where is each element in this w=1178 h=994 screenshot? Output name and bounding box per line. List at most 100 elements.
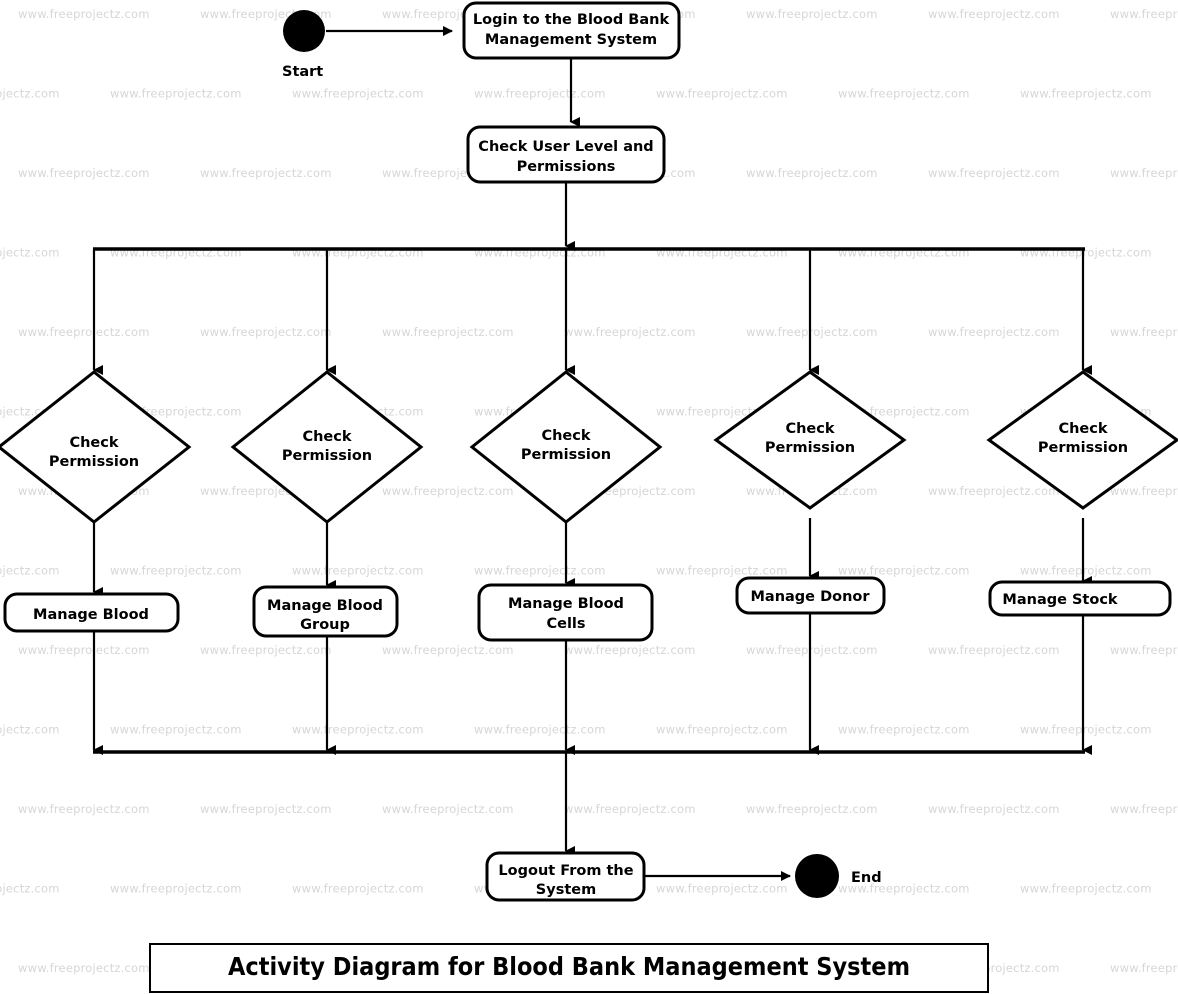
watermark-text: www.freeprojectz.com: [1110, 643, 1178, 657]
watermark-text: www.freeprojectz.com: [18, 7, 150, 21]
watermark-text: www.freeprojectz.com: [1020, 564, 1152, 578]
watermark-text: www.freeprojectz.com: [746, 325, 878, 339]
end-label: End: [851, 870, 882, 886]
decision-5-label-line2: Permission: [1038, 440, 1128, 456]
watermark-text: www.freeprojectz.com: [928, 325, 1060, 339]
watermark-text: www.freeprojectz.com: [18, 802, 150, 816]
watermark-text: www.freeprojectz.com: [746, 643, 878, 657]
decision-2-label-line1: Check: [302, 429, 351, 445]
activity-login-label-line1: Login to the Blood Bank: [473, 12, 670, 28]
end-circle: [795, 854, 839, 898]
watermark-text: www.freeprojectz.com: [1110, 7, 1178, 21]
activity-check-user-level-label-line1: Check User Level and: [478, 139, 653, 155]
watermark-text: www.freeprojectz.com: [1020, 87, 1152, 101]
watermark-text: www.freeprojectz.com: [746, 802, 878, 816]
decision-4-label-line1: Check: [785, 421, 834, 437]
decision-node-3: Check Permission: [469, 370, 663, 524]
diagram-title-bar: Activity Diagram for Blood Bank Manageme…: [149, 943, 989, 993]
watermark-text: www.freeprojectz.com: [928, 643, 1060, 657]
watermark-text: www.freeprojectz.com: [110, 882, 242, 896]
watermark-text: www.freeprojectz.com: [382, 643, 514, 657]
decision-3-label-line1: Check: [541, 428, 590, 444]
activity-manage-donor: Manage Donor: [735, 576, 886, 615]
start-label: Start: [282, 64, 323, 80]
watermark-text: www.freeprojectz.com: [746, 7, 878, 21]
watermark-text: www.freeprojectz.com: [292, 882, 424, 896]
watermark-text: www.freeprojectz.com: [0, 87, 60, 101]
watermark-text: www.freeprojectz.com: [838, 87, 970, 101]
activity-manage-blood: Manage Blood: [3, 592, 180, 633]
watermark-text: www.freeprojectz.com: [0, 882, 60, 896]
watermark-text: www.freeprojectz.com: [838, 723, 970, 737]
watermark-text: www.freeprojectz.com: [928, 166, 1060, 180]
start-circle: [283, 10, 325, 52]
watermark-text: www.freeprojectz.com: [564, 643, 696, 657]
watermark-text: www.freeprojectz.com: [200, 802, 332, 816]
watermark-text: www.freeprojectz.com: [474, 87, 606, 101]
activity-manage-blood-group: Manage Blood Group: [252, 585, 399, 638]
watermark-text: www.freeprojectz.com: [0, 246, 60, 260]
watermark-text: www.freeprojectz.com: [564, 802, 696, 816]
decision-1-label-line2: Permission: [49, 454, 139, 470]
watermark-text: www.freeprojectz.com: [474, 723, 606, 737]
watermark-text: www.freeprojectz.com: [200, 325, 332, 339]
watermark-text: www.freeprojectz.com: [200, 166, 332, 180]
decision-5-label-line1: Check: [1058, 421, 1107, 437]
decision-node-1: Check Permission: [0, 370, 192, 524]
activity-manage-blood-group-label-line2: Group: [300, 617, 350, 633]
watermark-text: www.freeprojectz.com: [110, 723, 242, 737]
watermark-text: www.freeprojectz.com: [382, 325, 514, 339]
activity-manage-blood-cells-label-line2: Cells: [546, 616, 585, 632]
watermark-text: www.freeprojectz.com: [838, 564, 970, 578]
activity-login-label-line2: Management System: [485, 32, 657, 48]
watermark-text: www.freeprojectz.com: [0, 564, 60, 578]
decision-1-label-line1: Check: [69, 435, 118, 451]
watermark-text: www.freeprojectz.com: [928, 484, 1060, 498]
activity-diagram: www.freeprojectz.com www.freeprojectz.com…: [0, 1, 1178, 993]
activity-manage-blood-group-label-line1: Manage Blood: [267, 598, 383, 614]
activity-manage-donor-label: Manage Donor: [750, 589, 870, 605]
activity-manage-stock-label: Manage Stock: [1002, 592, 1118, 608]
watermark-text: www.freeprojectz.com: [656, 564, 788, 578]
watermark-text: www.freeprojectz.com: [928, 802, 1060, 816]
watermark-text: www.freeprojectz.com: [1110, 484, 1178, 498]
watermark-text: www.freeprojectz.com: [1110, 166, 1178, 180]
activity-logout-label-line2: System: [536, 882, 596, 898]
watermark-text: www.freeprojectz.com: [292, 87, 424, 101]
watermark-text: www.freeprojectz.com: [1020, 723, 1152, 737]
watermark-text: www.freeprojectz.com: [110, 87, 242, 101]
watermark-text: www.freeprojectz.com: [1110, 961, 1178, 975]
watermark-text: www.freeprojectz.com: [0, 723, 60, 737]
activity-login: Login to the Blood Bank Management Syste…: [462, 1, 681, 60]
activity-manage-blood-cells: Manage Blood Cells: [477, 583, 654, 642]
activity-check-user-level-label-line2: Permissions: [517, 159, 616, 175]
watermark-text: www.freeprojectz.com: [746, 166, 878, 180]
watermark-text: www.freeprojectz.com: [382, 484, 514, 498]
decision-4-label-line2: Permission: [765, 440, 855, 456]
watermark-text: www.freeprojectz.com: [656, 882, 788, 896]
watermark-text: www.freeprojectz.com: [110, 564, 242, 578]
watermark-text: www.freeprojectz.com: [1020, 882, 1152, 896]
watermark-text: www.freeprojectz.com: [18, 961, 150, 975]
activity-logout-label-line1: Logout From the: [498, 863, 633, 879]
watermark-text: www.freeprojectz.com: [656, 723, 788, 737]
watermark-text: www.freeprojectz.com: [292, 564, 424, 578]
watermark-text: www.freeprojectz.com: [292, 723, 424, 737]
watermark-text: www.freeprojectz.com: [656, 87, 788, 101]
watermark-text: www.freeprojectz.com: [382, 802, 514, 816]
watermark-text: www.freeprojectz.com: [928, 7, 1060, 21]
decision-3-label-line2: Permission: [521, 447, 611, 463]
watermark-text: www.freeprojectz.com: [1110, 802, 1178, 816]
watermark-text: www.freeprojectz.com: [18, 325, 150, 339]
activity-check-user-level: Check User Level and Permissions: [466, 125, 666, 184]
activity-diagram-canvas: www.freeprojectz.com www.freeprojectz.com…: [0, 0, 1178, 994]
activity-manage-blood-label: Manage Blood: [33, 607, 149, 623]
watermark-text: www.freeprojectz.com: [18, 643, 150, 657]
watermark-text: www.freeprojectz.com: [1110, 325, 1178, 339]
activity-manage-blood-cells-label-line1: Manage Blood: [508, 596, 624, 612]
start-node: Start: [282, 10, 325, 80]
diagram-title: Activity Diagram for Blood Bank Manageme…: [228, 952, 910, 981]
activity-logout: Logout From the System: [485, 851, 646, 902]
activity-manage-stock: Manage Stock: [988, 580, 1172, 617]
watermark-text: www.freeprojectz.com: [564, 325, 696, 339]
